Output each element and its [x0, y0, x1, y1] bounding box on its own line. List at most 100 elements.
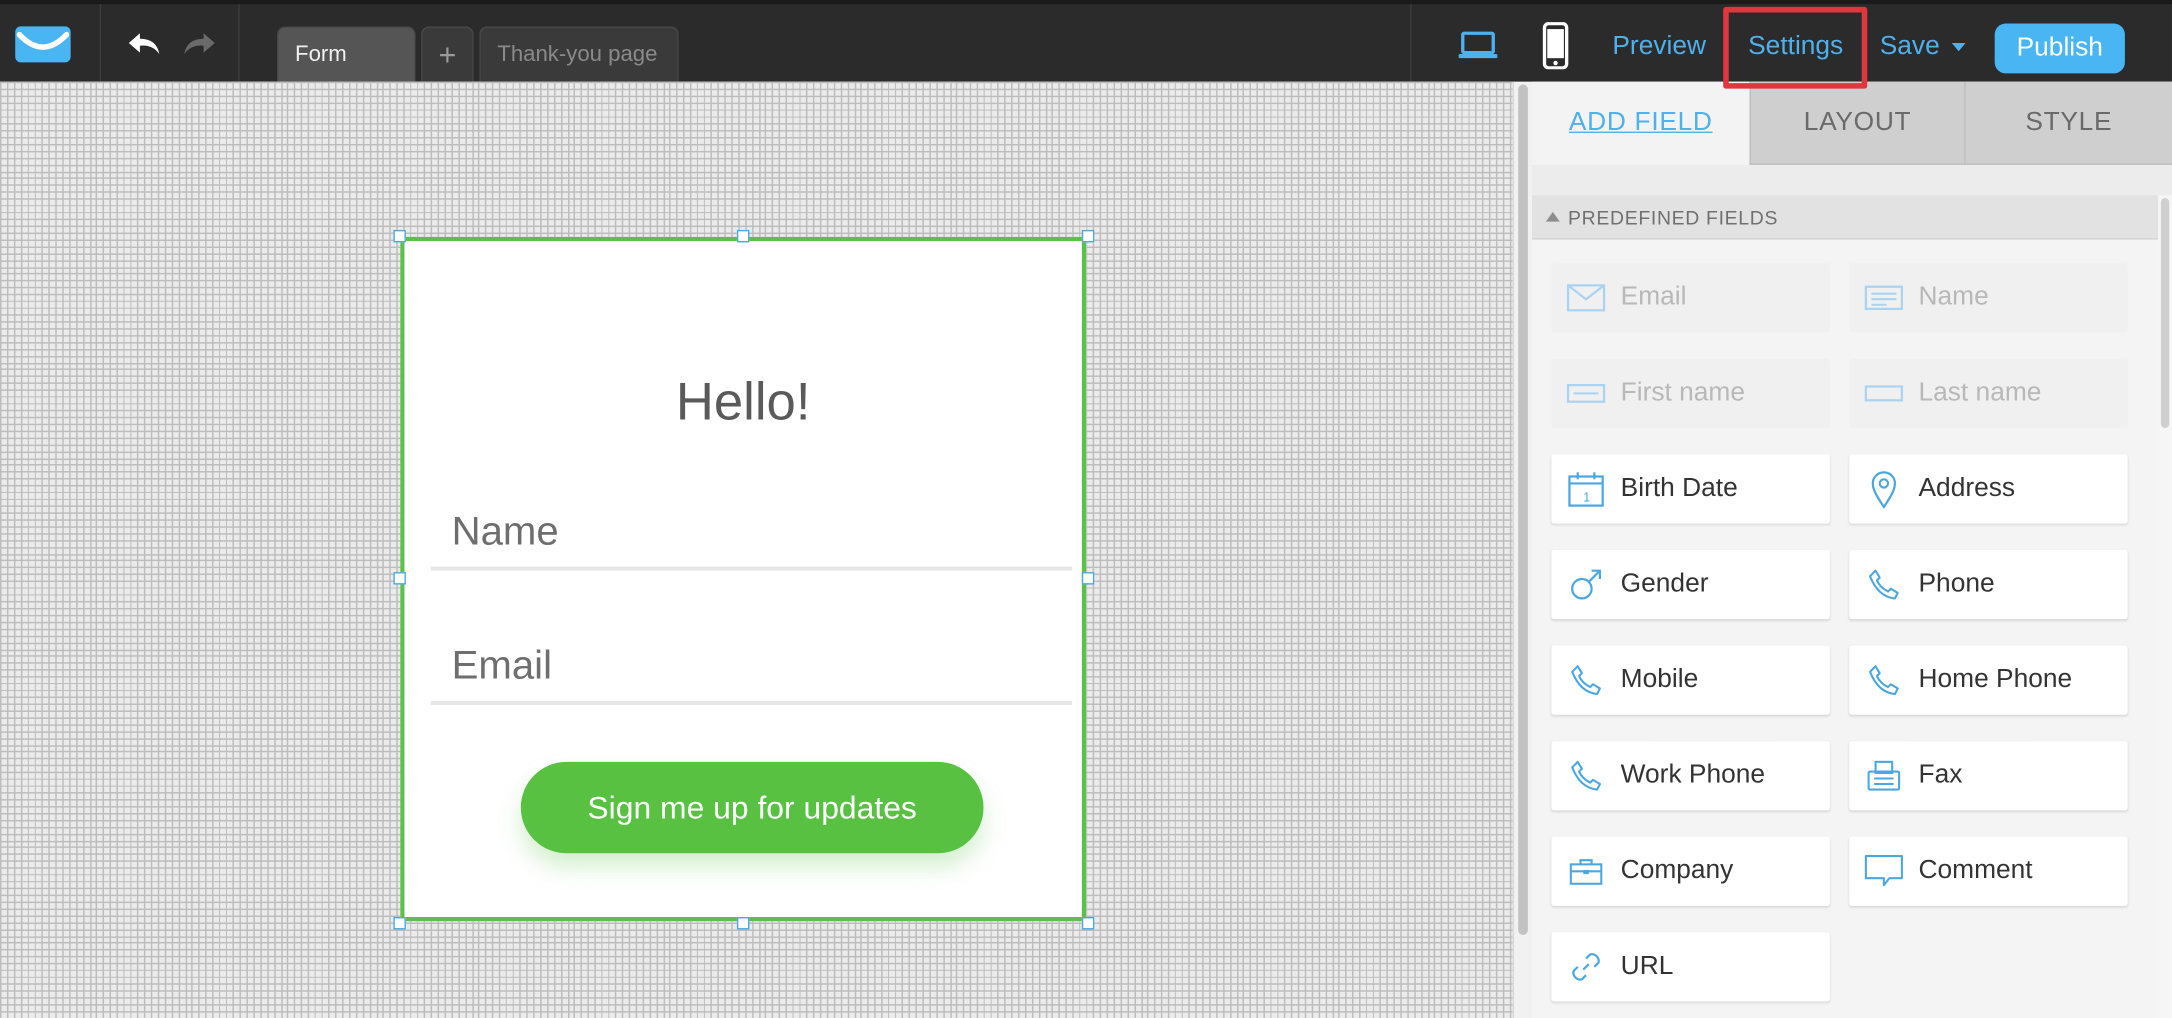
- field-label: First name: [1620, 378, 1746, 408]
- speech-bubble-icon: [1849, 837, 1918, 906]
- toolbar-divider: [238, 4, 240, 82]
- field-label: Birth Date: [1620, 473, 1738, 503]
- male-symbol-icon: [1551, 550, 1620, 619]
- field-label: Address: [1918, 473, 2016, 503]
- resize-handle-top-right[interactable]: [1081, 229, 1095, 243]
- field-label: Mobile: [1620, 664, 1699, 694]
- add-page-tab-button[interactable]: +: [421, 26, 474, 82]
- text-field-icon: [1849, 359, 1918, 428]
- right-panel: ADD FIELD LAYOUT STYLE PREDEFINED FIELDS…: [1532, 81, 2172, 1018]
- tab-label: Thank-you page: [497, 42, 658, 66]
- predefined-fields-list: Email Name First name Last name 1 Birth …: [1532, 239, 2159, 1018]
- field-gender[interactable]: Gender: [1551, 549, 1830, 620]
- plus-icon: +: [438, 36, 457, 72]
- save-label: Save: [1879, 31, 1940, 61]
- field-address[interactable]: Address: [1849, 454, 2128, 524]
- phone-icon: [1551, 646, 1620, 715]
- field-last-name[interactable]: Last name: [1849, 358, 2128, 429]
- briefcase-icon: [1551, 837, 1620, 906]
- field-email[interactable]: Email: [1551, 263, 1830, 333]
- field-home-phone[interactable]: Home Phone: [1849, 645, 2128, 715]
- resize-handle-top-left[interactable]: [393, 229, 406, 243]
- tab-thank-you-page[interactable]: Thank-you page: [479, 26, 679, 82]
- panel-scrollbar-thumb[interactable]: [2160, 198, 2170, 429]
- form-widget[interactable]: Hello! Name Email Sign me up for updates: [400, 236, 1086, 922]
- save-dropdown[interactable]: Save: [1880, 32, 1968, 62]
- resize-handle-left[interactable]: [393, 572, 406, 585]
- name-field[interactable]: Name: [430, 499, 1073, 571]
- tab-add-field[interactable]: ADD FIELD: [1532, 81, 1750, 165]
- phone-icon: [1849, 550, 1918, 619]
- field-first-name[interactable]: First name: [1551, 358, 1830, 429]
- email-field[interactable]: Email: [430, 633, 1073, 706]
- field-mobile[interactable]: Mobile: [1551, 645, 1830, 715]
- resize-handle-top[interactable]: [736, 229, 750, 243]
- field-comment[interactable]: Comment: [1849, 836, 2128, 906]
- field-label: Last name: [1918, 378, 2042, 408]
- panel-tabs: ADD FIELD LAYOUT STYLE: [1532, 81, 2172, 165]
- toolbar-divider: [1410, 4, 1412, 82]
- email-placeholder: Email: [451, 644, 553, 689]
- mobile-view-button[interactable]: [1538, 22, 1574, 70]
- envelope-icon: [1551, 263, 1620, 332]
- link-icon: [1551, 932, 1620, 1001]
- resize-handle-bottom[interactable]: [736, 917, 750, 930]
- tab-style[interactable]: STYLE: [1964, 81, 2172, 165]
- canvas-scrollbar[interactable]: [1512, 81, 1533, 1018]
- section-title: PREDEFINED FIELDS: [1568, 205, 1779, 228]
- field-company[interactable]: Company: [1551, 836, 1830, 906]
- fax-icon: [1849, 741, 1918, 810]
- field-label: Email: [1620, 282, 1687, 312]
- panel-scrollbar[interactable]: [2158, 195, 2172, 1018]
- preview-link[interactable]: Preview: [1612, 32, 1706, 62]
- smartphone-icon: [1542, 22, 1569, 70]
- caret-down-icon: [1952, 42, 1967, 52]
- app-logo-icon[interactable]: [14, 24, 72, 66]
- field-fax[interactable]: Fax: [1849, 741, 2128, 811]
- settings-link[interactable]: Settings: [1748, 32, 1843, 62]
- field-birth-date[interactable]: 1 Birth Date: [1551, 454, 1830, 524]
- field-label: Phone: [1918, 569, 1995, 599]
- name-placeholder: Name: [451, 509, 559, 555]
- form-title[interactable]: Hello!: [404, 374, 1081, 434]
- field-label: Work Phone: [1620, 760, 1766, 790]
- resize-handle-right[interactable]: [1081, 572, 1095, 585]
- tab-label: Form: [295, 42, 347, 66]
- desktop-view-button[interactable]: [1457, 24, 1499, 68]
- top-toolbar: Form + Thank-you page Preview Settings S…: [0, 0, 2172, 82]
- map-pin-icon: [1849, 454, 1918, 523]
- phone-icon: [1849, 646, 1918, 715]
- resize-handle-bottom-right[interactable]: [1081, 917, 1095, 930]
- svg-text:1: 1: [1583, 490, 1590, 504]
- phone-icon: [1551, 741, 1620, 810]
- field-label: Fax: [1918, 760, 1963, 790]
- predefined-fields-header[interactable]: PREDEFINED FIELDS: [1532, 195, 2159, 240]
- collapse-triangle-icon: [1545, 211, 1560, 222]
- resize-handle-bottom-left[interactable]: [393, 917, 406, 930]
- redo-arrow-icon: [184, 33, 215, 55]
- field-label: Comment: [1918, 856, 2033, 886]
- publish-button[interactable]: Publish: [1994, 23, 2125, 74]
- tab-layout[interactable]: LAYOUT: [1749, 81, 1965, 165]
- field-label: Gender: [1620, 569, 1709, 599]
- laptop-icon: [1458, 31, 1498, 59]
- canvas-scrollbar-thumb[interactable]: [1518, 84, 1528, 936]
- calendar-icon: 1: [1551, 454, 1620, 523]
- editor-canvas[interactable]: Hello! Name Email Sign me up for updates: [0, 81, 1513, 1018]
- undo-arrow-icon: [128, 33, 160, 55]
- submit-button[interactable]: Sign me up for updates: [520, 761, 984, 854]
- text-field-icon: [1551, 359, 1620, 428]
- field-label: Company: [1620, 856, 1734, 886]
- field-url[interactable]: URL: [1551, 932, 1830, 1002]
- redo-button[interactable]: [180, 28, 219, 61]
- field-label: Home Phone: [1918, 664, 2073, 694]
- field-work-phone[interactable]: Work Phone: [1551, 741, 1830, 811]
- field-name[interactable]: Name: [1849, 263, 2128, 333]
- field-label: URL: [1620, 951, 1674, 981]
- undo-button[interactable]: [125, 28, 164, 61]
- field-phone[interactable]: Phone: [1849, 549, 2128, 620]
- tab-form[interactable]: Form: [277, 26, 416, 82]
- toolbar-divider: [99, 4, 102, 82]
- field-label: Name: [1918, 282, 1989, 312]
- text-lines-icon: [1849, 263, 1918, 332]
